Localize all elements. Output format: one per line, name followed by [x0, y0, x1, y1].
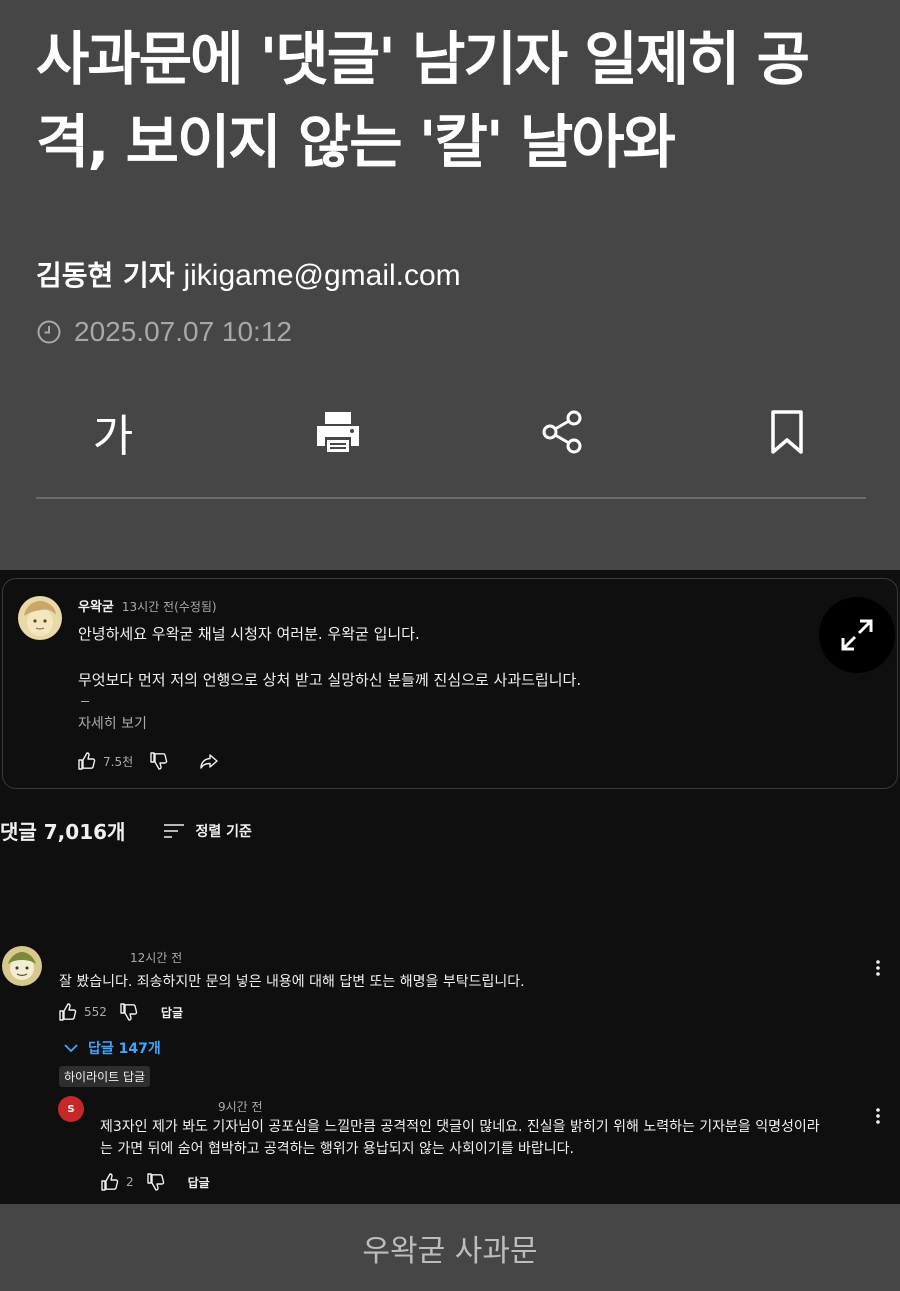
comments-header: 댓글 7,016개 정렬 기준: [0, 816, 252, 845]
headline: 사과문에 '댓글' 남기자 일제히 공 격, 보이지 않는 '칼' 날아와: [36, 18, 866, 184]
replies-count: 답글 147개: [88, 1041, 161, 1057]
reply-avatar[interactable]: S: [58, 1096, 84, 1122]
author-name: 김동현 기자: [36, 259, 175, 292]
youtube-comments-screenshot: 우왁굳 13시간 전(수정됨) 안녕하세요 우왁굳 채널 시청자 여러분. 우왁굳…: [0, 570, 900, 1204]
image-caption: 우왁굳 사과문: [0, 1204, 900, 1291]
reply-button[interactable]: 답글: [188, 1174, 210, 1191]
author-email[interactable]: jikigame@gmail.com: [183, 259, 460, 292]
pinned-meta: 우왁굳 13시간 전(수정됨): [78, 596, 217, 615]
text-separator: [81, 701, 89, 702]
font-size-button[interactable]: 가: [78, 400, 148, 464]
headline-line-2: 격, 보이지 않는 '칼' 날아와: [36, 108, 676, 176]
like-count: 2: [126, 1175, 134, 1189]
thumbs-up-icon[interactable]: [100, 1172, 120, 1192]
publish-date: 2025.07.07 10:12: [36, 316, 292, 348]
thumbs-down-icon[interactable]: [146, 1172, 166, 1192]
chevron-down-icon: [64, 1044, 78, 1053]
bookmark-icon: [771, 410, 803, 454]
thumbs-up-icon[interactable]: [77, 751, 97, 771]
expand-button[interactable]: [819, 597, 895, 673]
reply-button[interactable]: 답글: [161, 1004, 183, 1021]
reply-text: 제3자인 제가 봐도 기자님이 공포심을 느낄만큼 공격적인 댓글이 많네요. …: [100, 1116, 860, 1160]
clock-icon: [37, 320, 61, 344]
bookmark-button[interactable]: [752, 400, 822, 464]
share-icon: [542, 410, 582, 454]
thumbs-down-icon[interactable]: [119, 1002, 139, 1022]
reply-text-line-2: 는 가면 뒤에 숨어 협박하고 공격하는 행위가 용납되지 않는 사회이기를 바…: [100, 1141, 574, 1157]
sort-label: 정렬 기준: [195, 823, 252, 840]
article-toolbar: 가: [36, 400, 866, 464]
comment-menu-button[interactable]: [868, 954, 888, 982]
date-text: 2025.07.07 10:12: [74, 316, 292, 347]
thumbs-down-icon[interactable]: [149, 751, 169, 771]
commenter-avatar[interactable]: [2, 946, 42, 986]
comment-time: 12시간 전: [130, 951, 183, 965]
reply-menu-button[interactable]: [868, 1102, 888, 1130]
headline-line-1: 사과문에 '댓글' 남기자 일제히 공: [36, 25, 810, 93]
pinned-text-line-2: 무엇보다 먼저 저의 언행으로 상처 받고 실망하신 분들께 진심으로 사과드립…: [78, 671, 582, 689]
thumbs-up-icon[interactable]: [58, 1002, 78, 1022]
comment-text: 잘 봤습니다. 죄송하지만 문의 넣은 내용에 대해 답변 또는 해명을 부탁드…: [59, 974, 525, 990]
like-count: 7.5천: [103, 754, 134, 769]
read-more-link[interactable]: 자세히 보기: [78, 713, 147, 733]
channel-name[interactable]: 우왁굳: [78, 600, 114, 615]
byline: 김동현 기자 jikigame@gmail.com: [36, 254, 461, 294]
header-divider: [36, 497, 866, 499]
expand-icon: [841, 619, 873, 651]
more-vert-icon: [876, 1108, 880, 1124]
sort-button[interactable]: 정렬 기준: [163, 821, 252, 841]
comment-count: 댓글 7,016개: [0, 820, 126, 844]
more-vert-icon: [876, 960, 880, 976]
reply-actions: 2 답글: [100, 1172, 210, 1192]
share-button[interactable]: [528, 400, 598, 464]
like-count: 552: [84, 1005, 107, 1019]
highlight-badge: 하이라이트 답글: [59, 1066, 151, 1087]
comment-actions: 552 답글: [58, 1002, 183, 1022]
replies-toggle[interactable]: 답글 147개: [64, 1038, 161, 1058]
reply-text-line-1: 제3자인 제가 봐도 기자님이 공포심을 느낄만큼 공격적인 댓글이 많네요. …: [100, 1119, 820, 1135]
print-icon: [317, 412, 359, 452]
pinned-text-line-1: 안녕하세요 우왁굳 채널 시청자 여러분. 우왁굳 입니다.: [78, 625, 420, 643]
pinned-comment: 우왁굳 13시간 전(수정됨) 안녕하세요 우왁굳 채널 시청자 여러분. 우왁굳…: [2, 578, 898, 789]
channel-avatar[interactable]: [18, 596, 62, 640]
print-button[interactable]: [303, 400, 373, 464]
comment-time: 13시간 전(수정됨): [121, 600, 217, 614]
sort-icon: [164, 823, 185, 838]
share-arrow-icon[interactable]: [199, 751, 219, 771]
pinned-actions: 7.5천: [77, 751, 219, 771]
reply-time: 9시간 전: [218, 1100, 263, 1114]
article-header: 사과문에 '댓글' 남기자 일제히 공 격, 보이지 않는 '칼' 날아와 김동…: [0, 0, 900, 570]
